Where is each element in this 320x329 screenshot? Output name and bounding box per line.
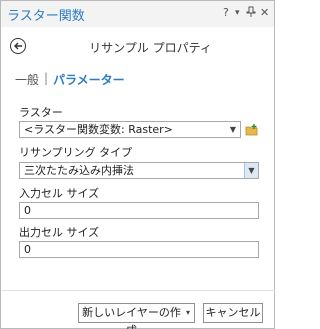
- pane-title: ラスター関数: [7, 9, 85, 24]
- chevron-down-icon[interactable]: ▼: [226, 122, 240, 137]
- folder-add-icon[interactable]: [245, 122, 259, 136]
- resampling-type-label: リサンプリング タイプ: [19, 146, 133, 159]
- pane-titlebar: ラスター関数 ? ▾ ✕: [1, 1, 274, 27]
- close-icon[interactable]: ✕: [260, 6, 269, 19]
- create-new-layer-label: 新しいレイヤーの作成: [82, 306, 181, 329]
- resampling-type-select[interactable]: 三次たたみ込み内挿法 ▼: [19, 162, 259, 179]
- tab-general[interactable]: 一般: [15, 73, 39, 87]
- chevron-down-icon[interactable]: ▾: [186, 304, 190, 322]
- output-cell-size-field[interactable]: 0: [19, 241, 259, 258]
- tab-parameters[interactable]: パラメーター: [53, 71, 125, 88]
- raster-functions-pane: ラスター関数 ? ▾ ✕ リサンプル プロパティ 一般 | パラメーター ラスタ…: [0, 0, 275, 329]
- resampling-type-value: 三次たたみ込み内挿法: [24, 164, 134, 177]
- raster-label: ラスター: [19, 106, 63, 119]
- pane-menu-icon[interactable]: ▾: [235, 8, 240, 18]
- output-cell-size-label: 出力セル サイズ: [19, 226, 100, 239]
- pin-icon[interactable]: [246, 6, 256, 21]
- tab-strip: 一般 | パラメーター: [15, 71, 125, 88]
- chevron-down-icon[interactable]: ▼: [244, 163, 258, 178]
- create-new-layer-button[interactable]: 新しいレイヤーの作成 ▾: [78, 303, 195, 329]
- page-title: リサンプル プロパティ: [89, 41, 212, 55]
- tab-separator: |: [44, 71, 49, 85]
- input-cell-size-label: 入力セル サイズ: [19, 187, 100, 200]
- raster-combobox[interactable]: <ラスター関数変数: Raster> ▼: [19, 121, 241, 138]
- cancel-button[interactable]: キャンセル: [203, 303, 263, 323]
- help-icon[interactable]: ?: [223, 6, 229, 19]
- footer-divider: [2, 290, 275, 291]
- raster-value: <ラスター関数変数: Raster>: [24, 123, 173, 136]
- input-cell-size-field[interactable]: 0: [19, 202, 259, 219]
